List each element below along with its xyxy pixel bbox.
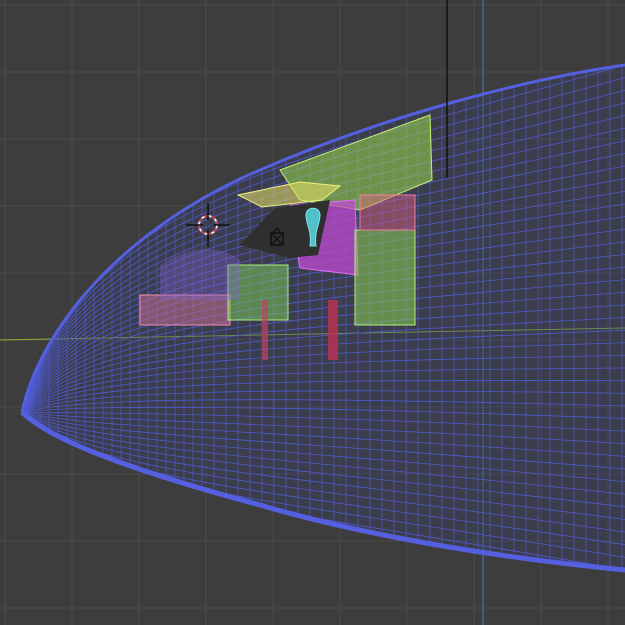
cockpit-green-console[interactable] (354, 229, 416, 326)
3d-viewport[interactable] (0, 0, 625, 625)
cockpit-red-post-2[interactable] (262, 300, 268, 360)
cockpit-pink-frame-right[interactable] (359, 194, 416, 231)
fuselage-wireframe[interactable] (20, 0, 625, 625)
cockpit-red-post[interactable] (328, 300, 338, 360)
viewport-canvas[interactable] (0, 0, 625, 625)
